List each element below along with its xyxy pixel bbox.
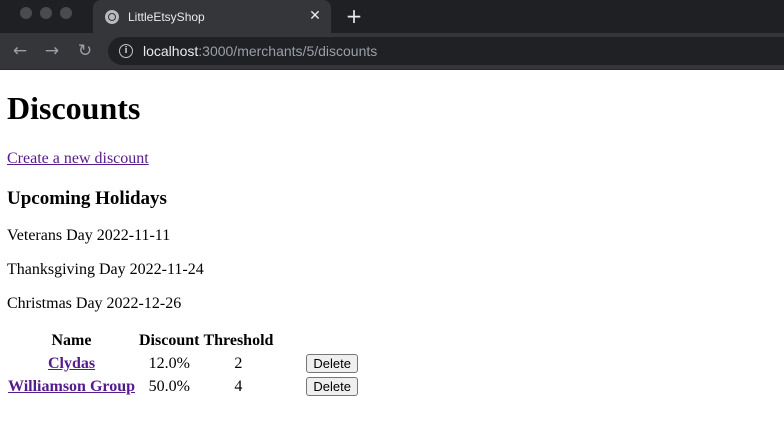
table-row: Williamson Group 50.0% 4 Delete [7,376,359,397]
page-title: Discounts [7,90,141,126]
delete-button[interactable]: Delete [306,377,358,396]
new-tab-button[interactable]: + [343,5,365,27]
table-row: Clydas 12.0% 2 Delete [7,353,359,374]
discount-threshold: 2 [234,354,243,372]
tab-title: LittleEtsyShop [128,9,205,24]
discount-name-link[interactable]: Williamson Group [8,378,135,395]
info-icon[interactable]: i [119,44,133,58]
back-arrow-icon[interactable]: ← [9,40,31,62]
holidays-heading: Upcoming Holidays [7,188,167,209]
close-icon[interactable]: ✕ [307,8,323,24]
column-header-discount: Discount [139,332,200,349]
discount-percent: 50.0% [148,377,190,395]
page-content: Discounts Create a new discount Upcoming… [0,70,784,434]
address-bar[interactable]: i localhost:3000/merchants/5/discounts [108,37,784,65]
window-controls [20,7,72,19]
discount-name-link[interactable]: Clydas [48,355,95,372]
holiday-item: Thanksgiving Day 2022-11-24 [7,261,204,278]
url-path: :3000/merchants/5/discounts [198,43,378,59]
holiday-item: Christmas Day 2022-12-26 [7,295,182,312]
url-host: localhost [143,43,199,59]
browser-tab-bar: LittleEtsyShop ✕ + [0,0,784,33]
url-text[interactable]: localhost:3000/merchants/5/discounts [143,43,377,59]
minimize-window-button[interactable] [40,7,52,19]
column-header-threshold: Threshold [203,332,274,349]
globe-icon [105,9,119,24]
browser-tab[interactable]: LittleEtsyShop ✕ [93,0,331,33]
holiday-item: Veterans Day 2022-11-11 [7,227,171,244]
reload-icon[interactable]: ↻ [74,40,96,62]
browser-toolbar: ← → ↻ i localhost:3000/merchants/5/disco… [0,33,784,70]
discount-percent: 12.0% [148,354,190,372]
close-window-button[interactable] [20,7,32,19]
delete-button[interactable]: Delete [306,354,358,373]
table-header-row: Name Discount Threshold [7,331,359,351]
column-header-name: Name [51,332,92,349]
column-header-actions [276,331,359,351]
discounts-table: Name Discount Threshold Clydas 12.0% 2 D… [5,329,361,399]
discount-threshold: 4 [234,377,243,395]
maximize-window-button[interactable] [60,7,72,19]
create-discount-link[interactable]: Create a new discount [7,150,149,168]
forward-arrow-icon[interactable]: → [41,40,63,62]
